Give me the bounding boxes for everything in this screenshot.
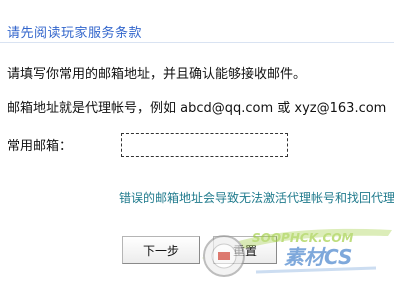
warning-text: 错误的邮箱地址会导致无法激活代理帐号和找回代理 — [119, 191, 394, 205]
email-label: 常用邮箱： — [7, 139, 73, 154]
watermark-text-bottom: 素材CS — [284, 245, 352, 269]
instruction-line-2: 邮箱地址就是代理帐号，例如 abcd@qq.com 或 xyz@163.com — [7, 101, 387, 116]
title-divider — [0, 42, 394, 43]
email-field[interactable] — [121, 133, 288, 157]
next-step-button[interactable]: 下一步 — [122, 236, 200, 264]
reset-button[interactable]: 重置 — [213, 236, 277, 264]
instruction-line-1: 请填写你常用的邮箱地址，并且确认能够接收邮件。 — [7, 67, 307, 82]
page-title: 请先阅读玩家服务条款 — [7, 26, 143, 41]
